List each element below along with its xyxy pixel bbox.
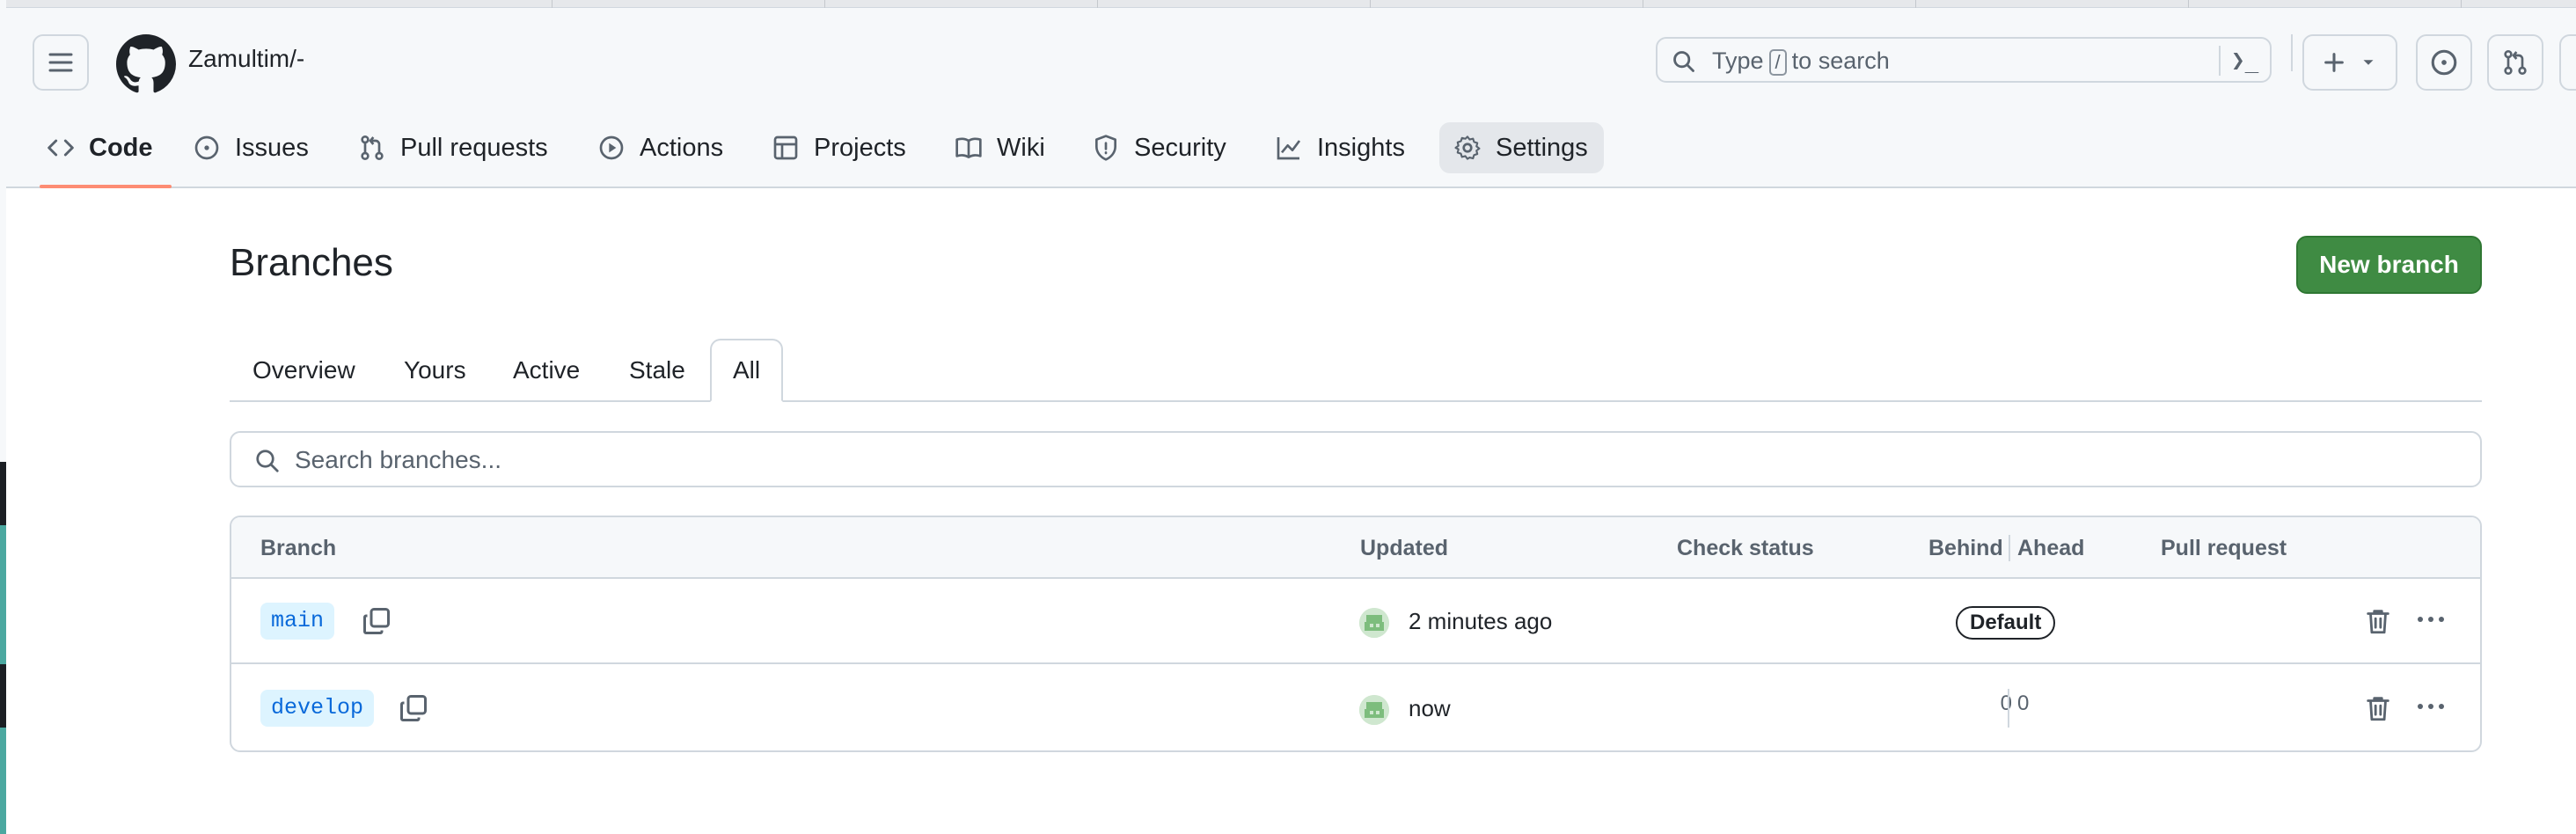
- repo-name-link[interactable]: Zamultim/-: [188, 45, 304, 73]
- trash-icon[interactable]: [2363, 693, 2393, 723]
- browser-tab-strip: [6, 0, 2576, 8]
- tab-projects[interactable]: Projects: [772, 122, 906, 173]
- command-palette-icon[interactable]: ❯_: [2231, 48, 2258, 74]
- search-icon: [256, 450, 279, 472]
- gear-icon: [1454, 135, 1481, 160]
- tab-actions-label: Actions: [640, 133, 724, 162]
- tab-settings[interactable]: Settings: [1439, 122, 1604, 173]
- issue-opened-icon: [194, 135, 219, 160]
- shield-icon: [1095, 135, 1116, 161]
- tab-projects-label: Projects: [814, 133, 906, 162]
- hamburger-icon: [48, 53, 73, 72]
- tab-code[interactable]: Code: [47, 122, 153, 173]
- caret-down-icon: [2363, 60, 2374, 65]
- github-logo[interactable]: [116, 34, 176, 94]
- graph-icon: [1277, 137, 1301, 160]
- notifications-button[interactable]: [2559, 34, 2576, 91]
- tab-code-label: Code: [89, 133, 153, 162]
- your-issues-button[interactable]: [2416, 34, 2472, 91]
- github-mark-icon: [116, 34, 176, 93]
- trash-icon[interactable]: [2363, 606, 2393, 636]
- tab-stale[interactable]: Stale: [629, 339, 685, 402]
- avatar[interactable]: [1359, 608, 1389, 638]
- your-pull-requests-button[interactable]: [2487, 34, 2543, 91]
- tab-issues[interactable]: Issues: [193, 122, 309, 173]
- tab-wiki[interactable]: Wiki: [955, 122, 1045, 173]
- global-search-input[interactable]: Type / to search ❯_: [1656, 37, 2272, 83]
- slash-key-hint: /: [1768, 49, 1787, 76]
- search-icon: [1673, 51, 1694, 72]
- menu-button[interactable]: [33, 34, 89, 91]
- table-row: develop now 0 0: [231, 666, 2480, 750]
- code-icon: [48, 139, 74, 157]
- branch-search-input[interactable]: Search branches...: [230, 431, 2482, 487]
- search-placeholder: Type / to search: [1712, 48, 1890, 76]
- tab-security[interactable]: Security: [1092, 122, 1226, 173]
- play-icon: [599, 135, 624, 160]
- column-pull-request: Pull request: [2161, 536, 2287, 560]
- tab-insights-label: Insights: [1317, 133, 1405, 162]
- issue-opened-icon: [2431, 49, 2457, 76]
- tab-yours[interactable]: Yours: [404, 339, 466, 402]
- tab-wiki-label: Wiki: [997, 133, 1045, 162]
- updated-time: now: [1409, 695, 1451, 721]
- copy-icon[interactable]: [398, 692, 429, 724]
- page-title: Branches: [230, 241, 393, 284]
- active-tab-underline: [40, 185, 172, 188]
- updated-time: 2 minutes ago: [1409, 608, 1553, 634]
- tab-actions[interactable]: Actions: [597, 122, 723, 173]
- tab-all[interactable]: All: [710, 339, 784, 402]
- git-pull-request-icon: [361, 135, 384, 160]
- kebab-horizontal-icon[interactable]: [2413, 693, 2448, 720]
- table-row: main 2 minutes ago Default: [231, 579, 2480, 664]
- ahead-behind-divider: [2008, 689, 2009, 728]
- plus-icon: [2324, 53, 2344, 72]
- tab-insights[interactable]: Insights: [1275, 122, 1405, 173]
- column-branch: Branch: [260, 536, 337, 560]
- avatar[interactable]: [1359, 695, 1389, 725]
- tab-pull-requests[interactable]: Pull requests: [358, 122, 548, 173]
- tab-overview[interactable]: Overview: [252, 339, 355, 402]
- tab-active[interactable]: Active: [513, 339, 580, 402]
- window-edge: [0, 0, 6, 834]
- tab-pull-requests-label: Pull requests: [400, 133, 548, 162]
- book-icon: [955, 137, 982, 158]
- column-check-status: Check status: [1677, 536, 1814, 560]
- kebab-horizontal-icon[interactable]: [2413, 606, 2448, 633]
- ahead-count: 0: [2017, 691, 2030, 715]
- tab-settings-label: Settings: [1496, 133, 1588, 162]
- git-pull-request-icon: [2504, 50, 2527, 75]
- column-behind: Behind: [1928, 536, 2003, 560]
- branch-name-link[interactable]: develop: [260, 690, 375, 727]
- branches-table: Branch Updated Check status Behind Ahead…: [230, 516, 2482, 752]
- branch-search-placeholder: Search branches...: [295, 446, 502, 473]
- repo-header: Zamultim/- Type / to search ❯_ Code Issues…: [6, 8, 2576, 188]
- default-branch-badge: Default: [1956, 606, 2056, 640]
- copy-icon[interactable]: [361, 605, 392, 637]
- column-updated: Updated: [1360, 536, 1448, 560]
- new-branch-button[interactable]: New branch: [2296, 236, 2482, 294]
- tab-issues-label: Issues: [235, 133, 309, 162]
- create-new-button[interactable]: [2302, 34, 2397, 91]
- tab-security-label: Security: [1134, 133, 1226, 162]
- table-icon: [773, 135, 798, 160]
- branch-name-link[interactable]: main: [260, 603, 335, 640]
- table-header: Branch Updated Check status Behind Ahead…: [231, 517, 2480, 579]
- column-ahead: Ahead: [2017, 536, 2085, 560]
